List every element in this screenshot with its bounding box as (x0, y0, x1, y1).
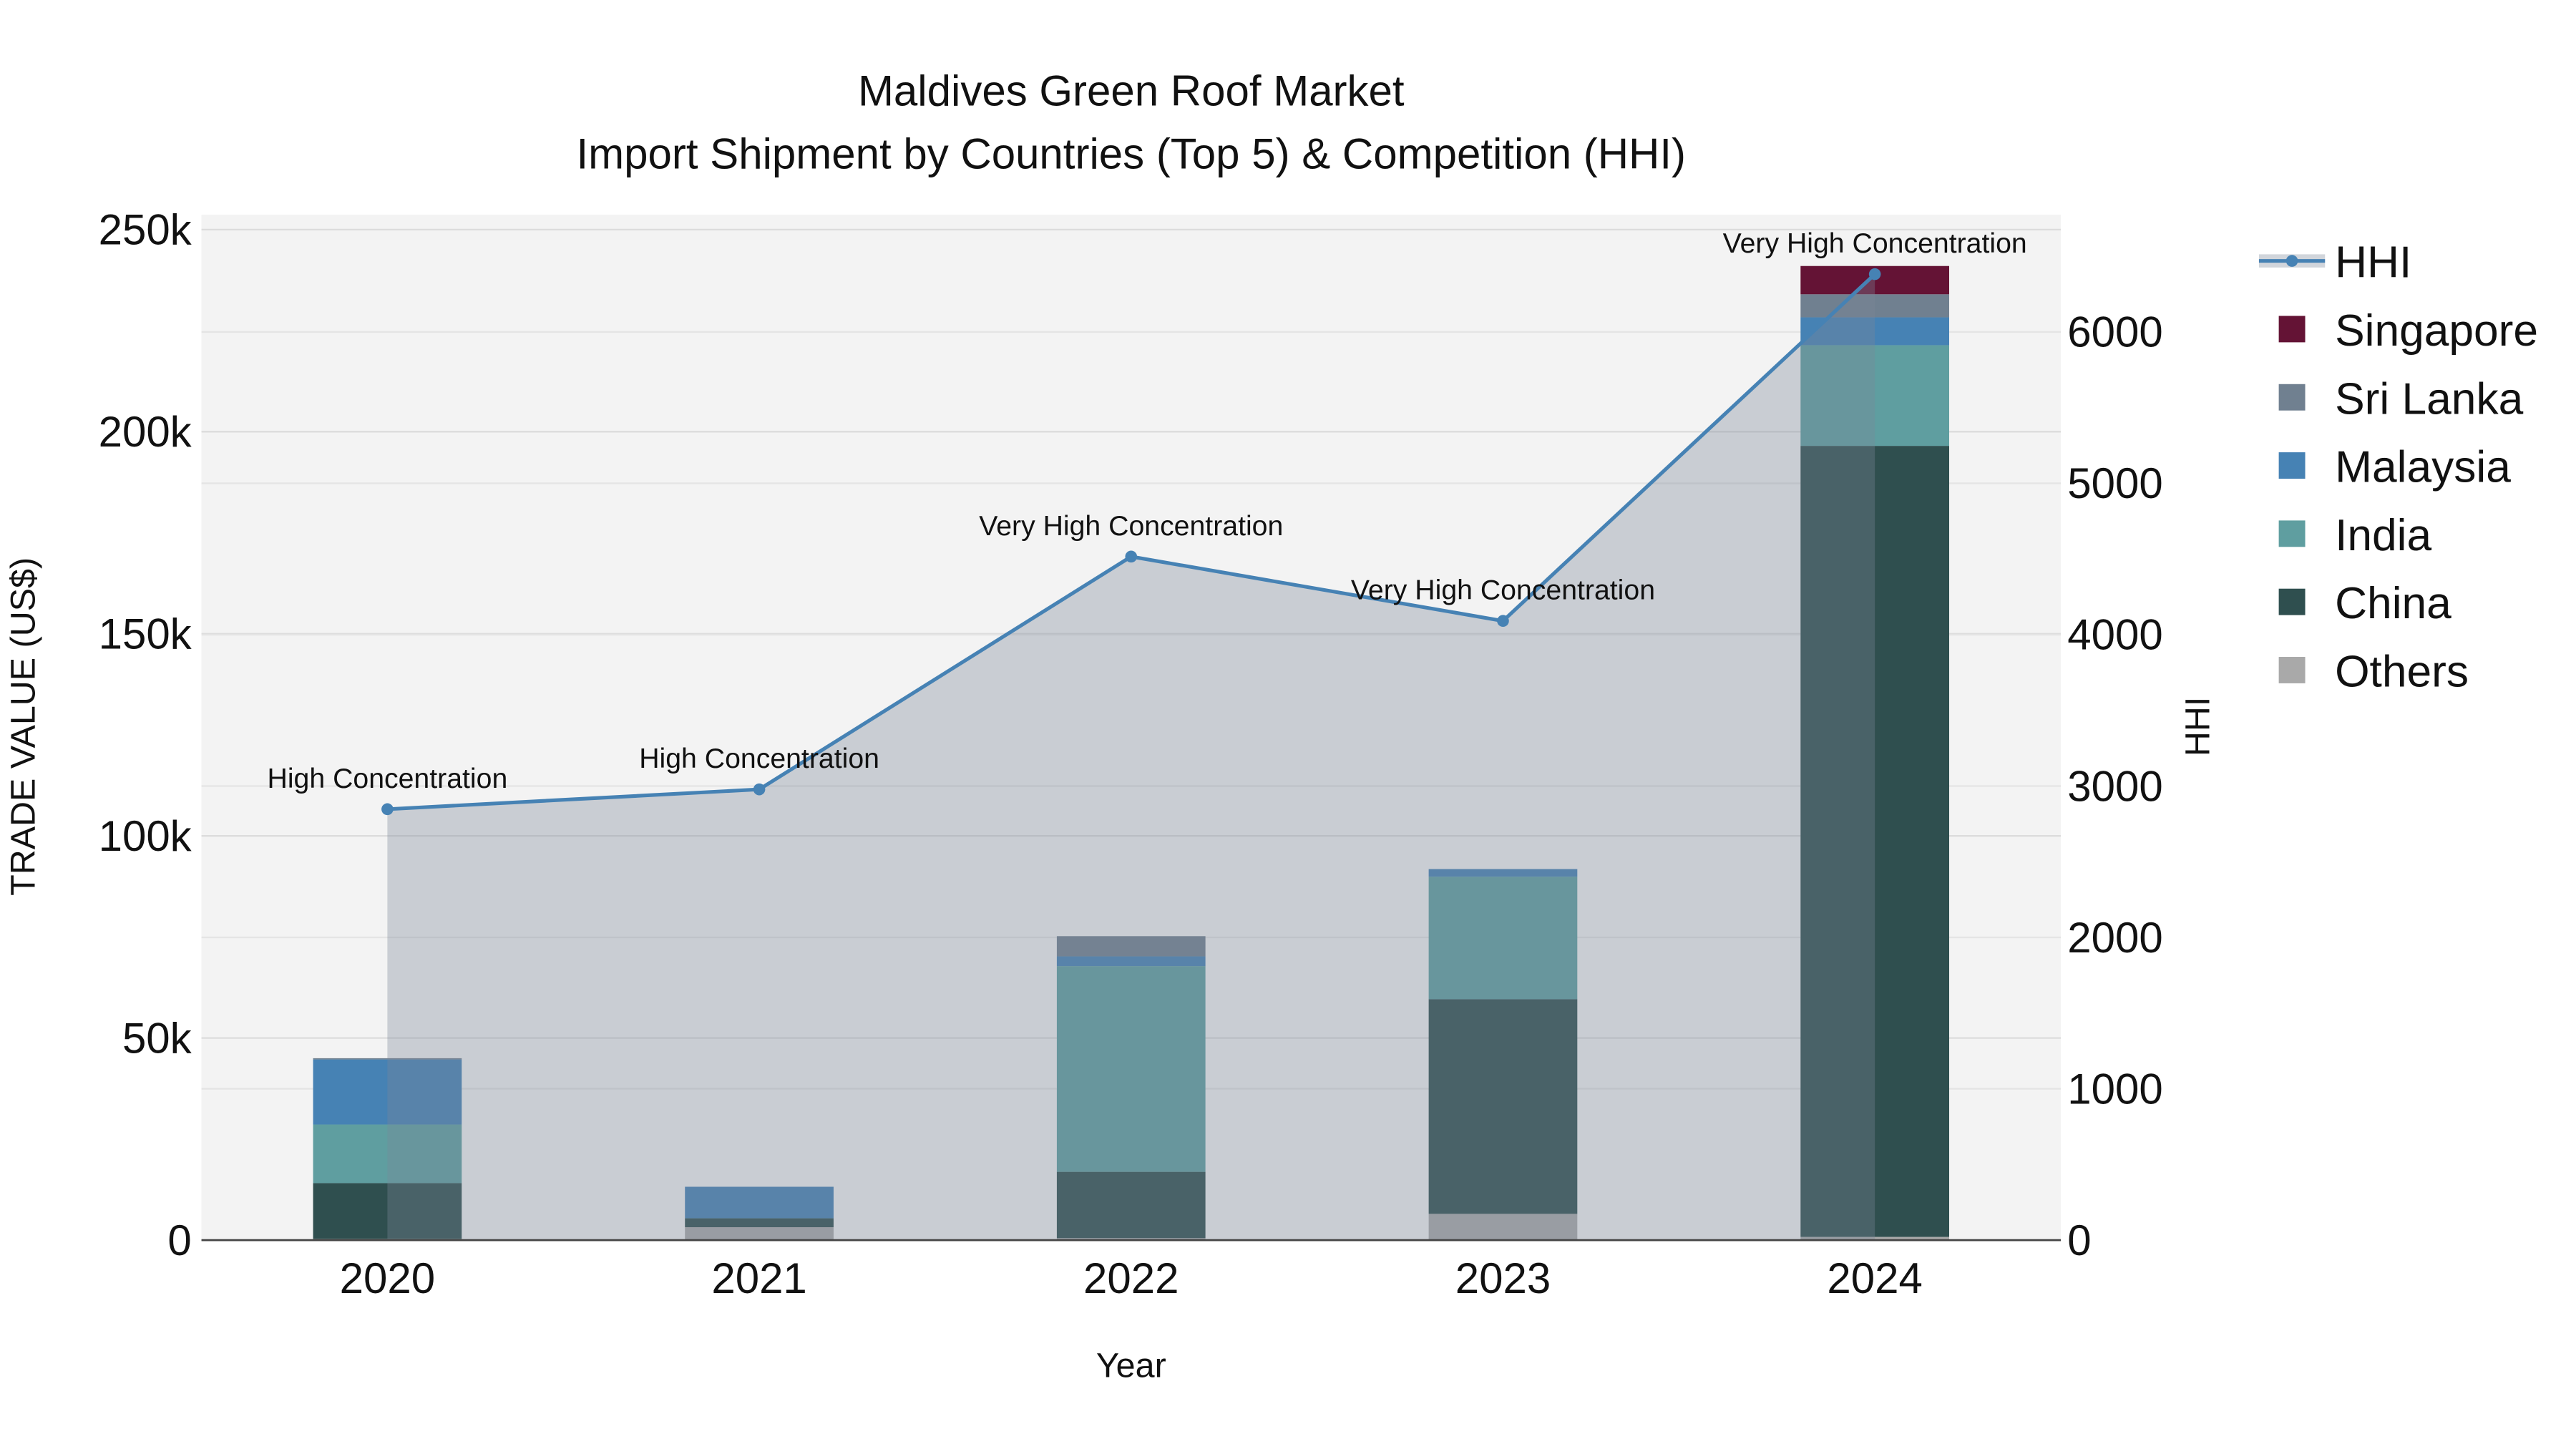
y-tick-labels: 0 50k 100k 150k 200k 250k (99, 206, 192, 1264)
y2-tick-label: 5000 (2067, 459, 2162, 507)
legend-swatch-india (2278, 520, 2306, 547)
x-tick-label: 2024 (1827, 1254, 1922, 1302)
legend-item-hhi[interactable]: HHI (2335, 238, 2411, 288)
hhi-annotation: Very High Concentration (979, 510, 1283, 542)
y-tick-label: 50k (122, 1014, 192, 1062)
y2-tick-label: 4000 (2067, 611, 2162, 659)
hhi-point-2020[interactable] (381, 803, 394, 816)
hhi-point-2022[interactable] (1125, 550, 1138, 563)
legend-swatch-others (2278, 657, 2306, 683)
chart: High Concentration High Concentration Very… (4, 67, 2538, 1385)
chart-title-line2: Import Shipment by Countries (Top 5) & C… (576, 130, 1686, 177)
y-tick-label: 0 (167, 1216, 191, 1264)
hhi-annotation: High Concentration (639, 743, 879, 774)
x-tick-label: 2021 (711, 1254, 806, 1302)
y2-tick-labels: 0 1000 2000 3000 4000 5000 6000 (2067, 308, 2162, 1264)
legend-item-others[interactable]: Others (2335, 648, 2469, 697)
hhi-point-2024[interactable] (1868, 268, 1881, 280)
legend-item-china[interactable]: China (2335, 579, 2451, 628)
legend-swatch-china (2278, 588, 2306, 615)
y2-tick-label: 6000 (2067, 308, 2162, 356)
x-tick-label: 2020 (340, 1254, 435, 1302)
legend-item-malaysia[interactable]: Malaysia (2335, 443, 2511, 492)
y2-tick-label: 1000 (2067, 1065, 2162, 1113)
y-tick-label: 250k (99, 206, 192, 254)
hhi-annotation: Very High Concentration (1351, 575, 1655, 606)
chart-title-line1: Maldives Green Roof Market (858, 67, 1405, 115)
hhi-annotation: Very High Concentration (1723, 228, 2027, 259)
y-tick-label: 200k (99, 408, 192, 456)
y2-tick-label: 0 (2067, 1216, 2091, 1264)
y2-axis-title: HHI (2179, 697, 2218, 756)
x-tick-label: 2023 (1455, 1254, 1551, 1302)
legend-swatch-sri-lanka (2278, 384, 2306, 411)
x-tick-label: 2022 (1083, 1254, 1179, 1302)
legend-swatch-malaysia (2278, 452, 2306, 479)
legend-item-sri-lanka[interactable]: Sri Lanka (2335, 374, 2524, 424)
legend-swatch-singapore (2278, 316, 2306, 343)
y-axis-title: TRADE VALUE (US$) (4, 557, 42, 896)
legend-item-singapore[interactable]: Singapore (2335, 306, 2538, 356)
y2-tick-label: 3000 (2067, 762, 2162, 810)
hhi-annotation: High Concentration (268, 763, 508, 794)
y-tick-label: 150k (99, 610, 192, 658)
y-tick-label: 100k (99, 812, 192, 860)
y2-tick-label: 2000 (2067, 914, 2162, 962)
x-axis-title: Year (1096, 1347, 1166, 1385)
legend-item-india[interactable]: India (2335, 511, 2431, 560)
x-tick-labels: 2020 2021 2022 2023 2024 (340, 1254, 1923, 1302)
hhi-point-2021[interactable] (753, 783, 766, 796)
legend-hhi-marker-icon (2285, 255, 2298, 267)
legend: HHI Singapore Sri Lanka Malaysia India China O… (2258, 238, 2538, 697)
hhi-point-2023[interactable] (1497, 615, 1509, 628)
